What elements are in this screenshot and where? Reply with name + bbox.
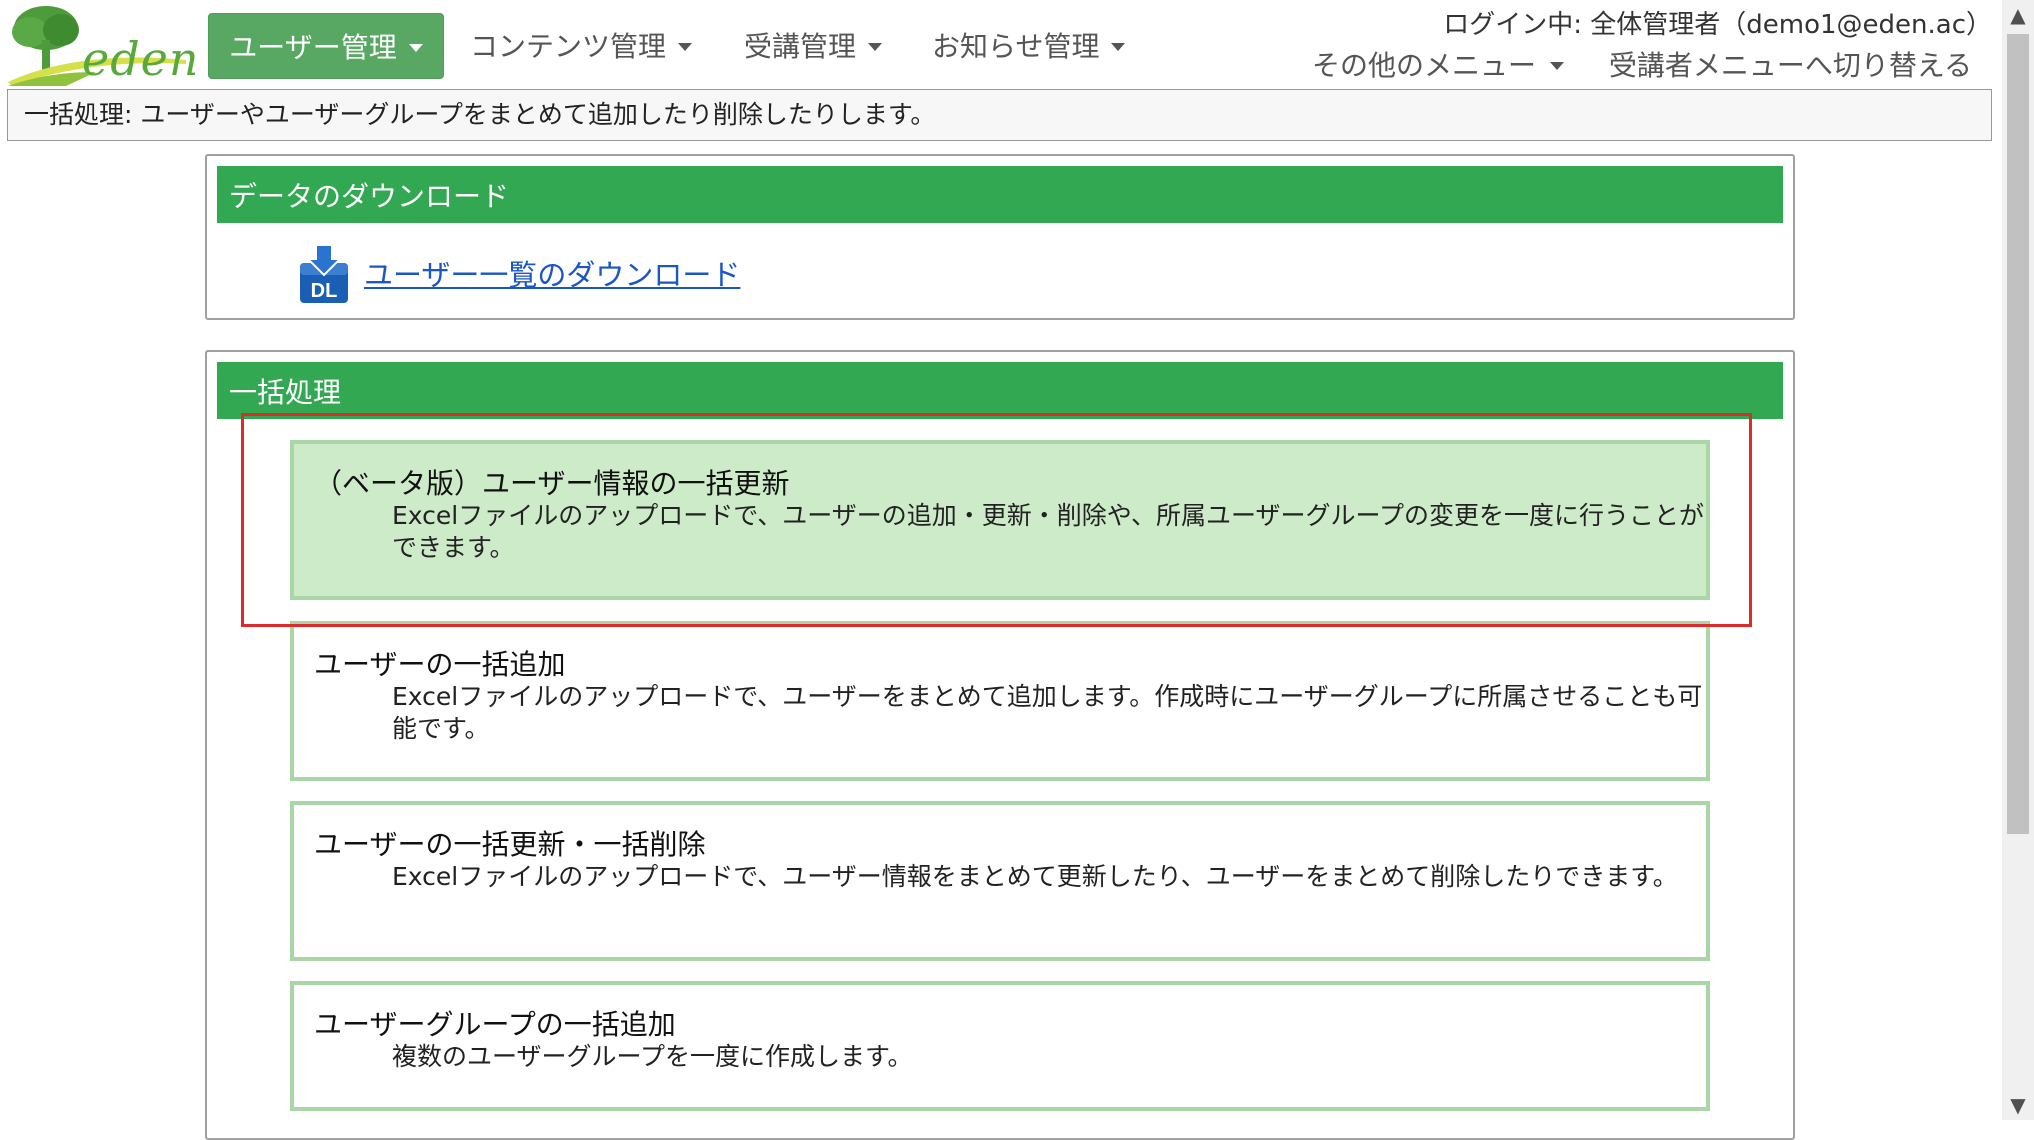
switch-link-label: 受講者メニューへ切り替える	[1608, 49, 1972, 82]
nav-label: ユーザー管理	[229, 31, 397, 64]
other-menu-label: その他のメニュー	[1312, 49, 1537, 82]
scroll-down-icon[interactable]: ▼	[2002, 1090, 2034, 1120]
item-title: ユーザーグループの一括追加	[314, 1008, 676, 1041]
batch-item-bulk-add-users[interactable]: ユーザーの一括追加 Excelファイルのアップロードで、ユーザーをまとめて追加し…	[290, 621, 1710, 781]
item-description: Excelファイルのアップロードで、ユーザーをまとめて追加します。作成時にユーザ…	[392, 682, 1703, 743]
batch-panel-header: 一括処理	[217, 362, 1783, 419]
caret-down-icon	[678, 43, 693, 51]
item-description: 複数のユーザーグループを一度に作成します。	[392, 1042, 913, 1071]
batch-item-bulk-add-user-groups[interactable]: ユーザーグループの一括追加 複数のユーザーグループを一度に作成します。	[290, 981, 1710, 1111]
nav-label: 受講管理	[744, 30, 857, 63]
caret-down-icon	[408, 44, 423, 52]
nav-content-management[interactable]: コンテンツ管理	[470, 13, 693, 77]
scroll-up-icon[interactable]: ▲	[2002, 0, 2034, 30]
batch-item-bulk-update-delete-users[interactable]: ユーザーの一括更新・一括削除 Excelファイルのアップロードで、ユーザー情報を…	[290, 801, 1710, 961]
highlight-box	[241, 413, 1752, 627]
item-title: ユーザーの一括更新・一括削除	[314, 828, 706, 861]
download-panel-header: データのダウンロード	[217, 166, 1783, 223]
scrollbar-thumb[interactable]	[2007, 34, 2029, 834]
page-description: 一括処理: ユーザーやユーザーグループをまとめて追加したり削除したりします。	[7, 89, 1992, 141]
logo-text: eden	[82, 32, 200, 86]
nav-notice-management[interactable]: お知らせ管理	[932, 13, 1126, 77]
dl-icon-label: DL	[311, 280, 338, 302]
nav-label: コンテンツ管理	[470, 30, 667, 63]
caret-down-icon	[868, 43, 883, 51]
download-icon[interactable]: DL	[296, 243, 352, 307]
caret-down-icon	[1111, 43, 1126, 51]
nav-user-management[interactable]: ユーザー管理	[208, 13, 444, 79]
other-menu[interactable]: その他のメニュー	[1312, 44, 1565, 84]
caret-down-icon	[1550, 62, 1565, 70]
item-description: Excelファイルのアップロードで、ユーザー情報をまとめて更新したり、ユーザーを…	[392, 862, 1678, 891]
nav-label: お知らせ管理	[932, 30, 1100, 63]
nav-course-management[interactable]: 受講管理	[744, 13, 883, 77]
switch-to-learner-link[interactable]: 受講者メニューへ切り替える	[1609, 44, 1972, 84]
item-title: ユーザーの一括追加	[314, 648, 566, 681]
login-info: ログイン中: 全体管理者（demo1@eden.ac）	[1443, 10, 1992, 40]
user-list-download-link[interactable]: ユーザー一覧のダウンロード	[364, 252, 740, 294]
